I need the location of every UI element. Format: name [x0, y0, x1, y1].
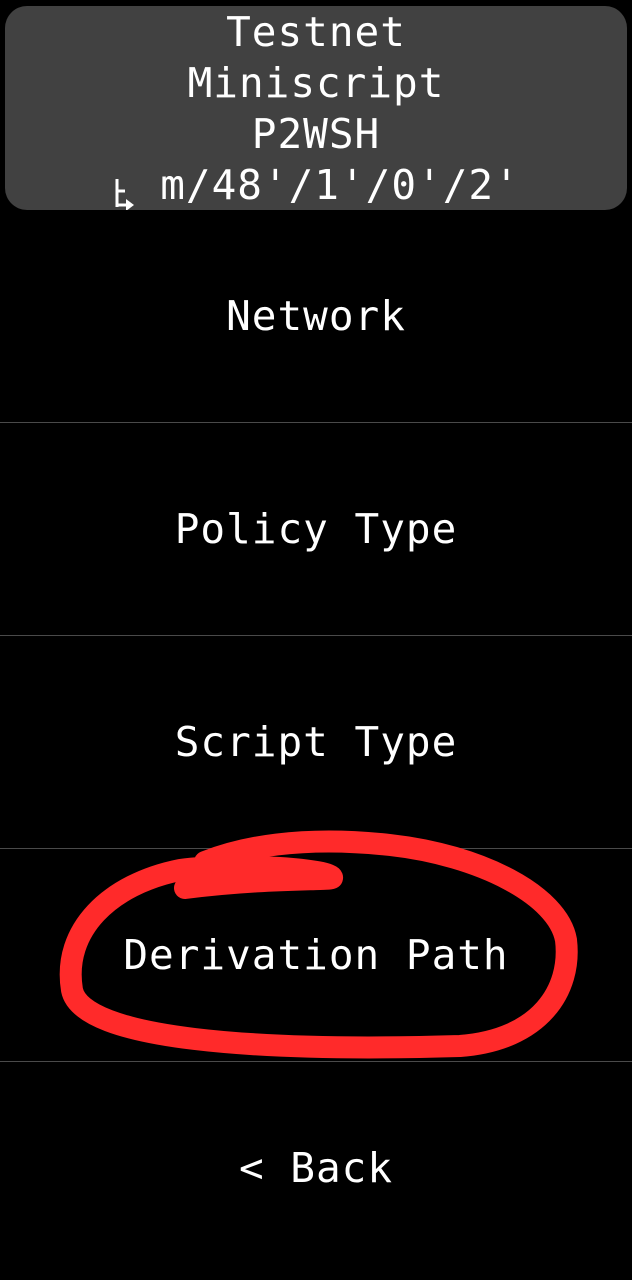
- header-derivation-path: m/48'/1'/0'/2': [112, 160, 520, 211]
- menu-item-label: Derivation Path: [123, 931, 509, 979]
- settings-header: Testnet Miniscript P2WSH m/48'/1'/0'/2': [5, 6, 627, 211]
- menu-item-policy-type[interactable]: Policy Type: [0, 423, 632, 635]
- menu-item-label: Policy Type: [174, 505, 458, 553]
- menu-item-label: Script Type: [174, 718, 458, 766]
- menu-item-script-type[interactable]: Script Type: [0, 636, 632, 848]
- header-network: Testnet: [226, 8, 406, 56]
- header-policy-type: Miniscript: [187, 59, 445, 107]
- header-script-type: P2WSH: [251, 110, 381, 158]
- derivation-path-text: m/48'/1'/0'/2': [160, 161, 520, 209]
- menu-item-network[interactable]: Network: [0, 210, 632, 422]
- settings-menu: Network Policy Type Script Type Derivati…: [0, 210, 632, 1274]
- back-button[interactable]: < Back: [0, 1062, 632, 1274]
- menu-item-label: Network: [226, 292, 406, 340]
- back-button-label: < Back: [238, 1144, 394, 1192]
- derivation-tree-icon: [112, 171, 138, 211]
- menu-item-derivation-path[interactable]: Derivation Path: [0, 849, 632, 1061]
